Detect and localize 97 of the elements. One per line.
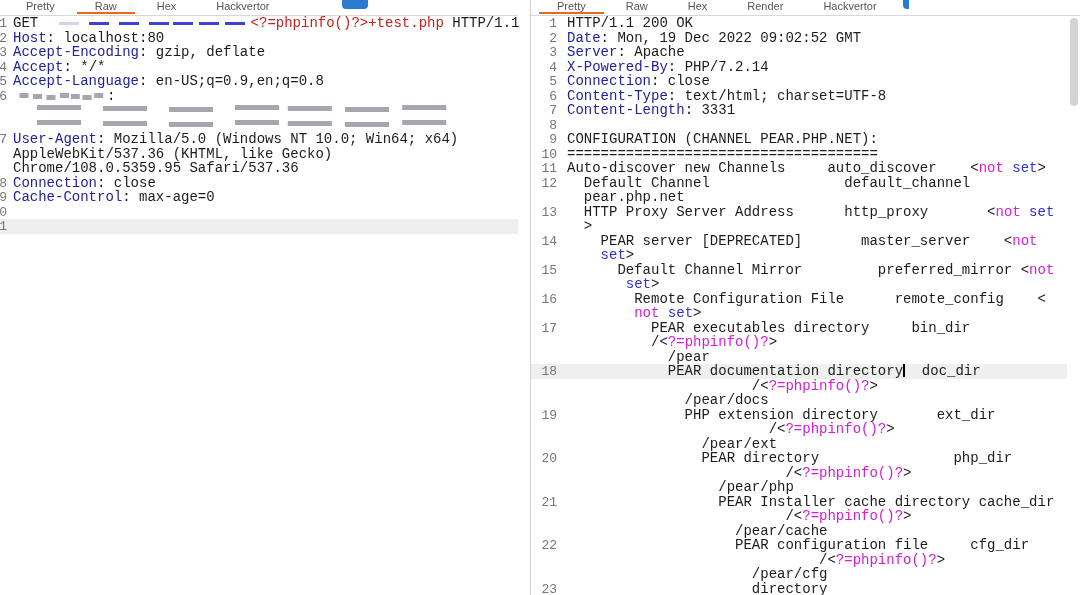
code-line: GET <?=phpinfo()?>+test.php HTTP/1.1 [13,16,520,31]
line-number: 4 [548,60,557,75]
code-line: > [582,219,593,234]
line-number: 5 [0,75,7,90]
code-line: /pear/cfg [750,567,828,582]
code-line: AppleWebKit/537.36 (KHTML, like Gecko) [13,146,333,161]
code-line: ===================================== [567,146,878,161]
line-number: 3 [0,46,7,61]
line-number: 6 [548,89,557,104]
line-number: 7 [548,104,557,119]
code-line: /pear [666,349,710,364]
code-line: Date: Mon, 19 Dec 2022 09:02:52 GMT [567,30,862,45]
line-number: 18 [540,365,557,380]
code-line: Default Channel default_channel [582,175,971,190]
code-line: set> [624,277,660,292]
code-line: /<?=phpinfo()?> [819,552,946,567]
code-line: /<?=phpinfo()?> [751,378,878,393]
code-line: not set> [633,306,702,321]
code-line: HTTP/1.1 200 OK [567,16,694,31]
tab[interactable]: Pretty [8,0,73,14]
code-line: PEAR documentation directory doc_dir [666,364,981,379]
line-number: 17 [540,321,557,336]
tab[interactable]: Hackvertor [198,0,288,14]
tab[interactable]: Hex [669,0,726,14]
tab[interactable]: Render [729,0,802,14]
line-number: 15 [540,263,557,278]
line-number: 2 [0,31,7,46]
line-number: 1 [0,220,7,235]
line-number: 1 [548,17,557,32]
line-number: 2 [548,31,557,46]
tab[interactable]: Raw [76,0,135,14]
code-line: PHP extension directory ext_dir [683,407,996,422]
code-line: /<?=phpinfo()?> [785,465,912,480]
code-line: Accept-Language: en-US;q=0.9,en;q=0.8 [13,74,324,89]
line-number: 9 [0,191,7,206]
code-line: Server: Apache [567,45,685,60]
code-line: Connection: close [13,175,156,190]
app-icon[interactable] [342,0,368,9]
code-line: Remote Configuration File remote_config < [633,291,1046,306]
line-number: 13 [540,205,557,220]
line-number: 5 [548,75,557,90]
code-line: Content-Length: 3331 [567,103,736,118]
line-number: 4 [0,60,7,75]
code-line: Chrome/108.0.5359.95 Safari/537.36 [13,161,299,176]
scrollbar-thumb[interactable] [1070,18,1078,106]
code-line: User-Agent: Mozilla/5.0 (Windows NT 10.0; Win64; x64) [13,132,459,147]
tab[interactable]: Hex [138,0,195,14]
line-number: 11 [540,162,557,177]
line-number: 21 [540,495,557,510]
line-number: 7 [0,133,7,148]
code-line: /pear/ext [700,436,778,451]
code-line: PEAR directory php_dir [700,451,1013,466]
app-icon[interactable] [902,0,909,9]
line-number: 6 [0,89,7,104]
code-line: /<?=phpinfo()?> [650,335,778,350]
code-line: Host: localhost:80 [13,30,165,45]
code-line: X-Powered-By: PHP/7.2.14 [567,59,769,74]
code-line: /pear/php [717,480,794,495]
line-number: 14 [540,234,557,249]
code-line: set> [599,248,635,263]
line-number: 8 [548,118,557,133]
code-line: Cache-Control: max-age=0 [13,190,215,205]
line-number: 3 [548,46,557,61]
code-line: Content-Type: text/html; charset=UTF-8 [567,88,887,103]
code-line: Default Channel Mirror preferred_mirror <not [616,262,1055,277]
code-line: : [13,88,116,103]
code-line: Connection: close [567,74,710,89]
code-line: PEAR Installer cache directory cache_dir [717,494,1055,509]
text-cursor [903,364,906,377]
code-line: PEAR executables directory bin_dir [650,320,971,335]
line-number: 16 [540,292,557,307]
tab[interactable]: Pretty [539,0,604,14]
tab[interactable]: Raw [607,0,666,14]
code-line: PEAR server [DEPRECATED] master_server <not [599,233,1038,248]
code-line: directory [750,581,828,595]
line-number: 10 [540,147,557,162]
code-line: /pear/cache [734,523,828,538]
line-number: 1 [0,17,7,32]
line-number: 9 [548,133,557,148]
code-line: HTTP Proxy Server Address http_proxy <not set [582,204,1055,219]
line-number: 19 [540,408,557,423]
code-line: Auto-discover new Channels auto_discover <not set> [567,161,1046,176]
line-number: 20 [540,452,557,467]
code-line: PEAR configuration file cfg_dir [734,538,1030,553]
line-number: 22 [540,539,557,554]
line-number: 23 [540,582,557,595]
code-line: CONFIGURATION (CHANNEL PEAR.PHP.NET): [567,132,878,147]
code-line: /pear/docs [683,393,769,408]
line-number: 12 [540,176,557,191]
code-line: /<?=phpinfo()?> [784,509,912,524]
code-line: Accept-Encoding: gzip, deflate [13,45,266,60]
tab[interactable]: Hackvertor [805,0,895,14]
code-line: pear.php.net [582,190,685,205]
line-number: 0 [0,205,7,220]
code-line: /<?=phpinfo()?> [767,422,895,437]
code-line: Accept: */* [13,59,106,74]
line-number: 8 [0,176,7,191]
